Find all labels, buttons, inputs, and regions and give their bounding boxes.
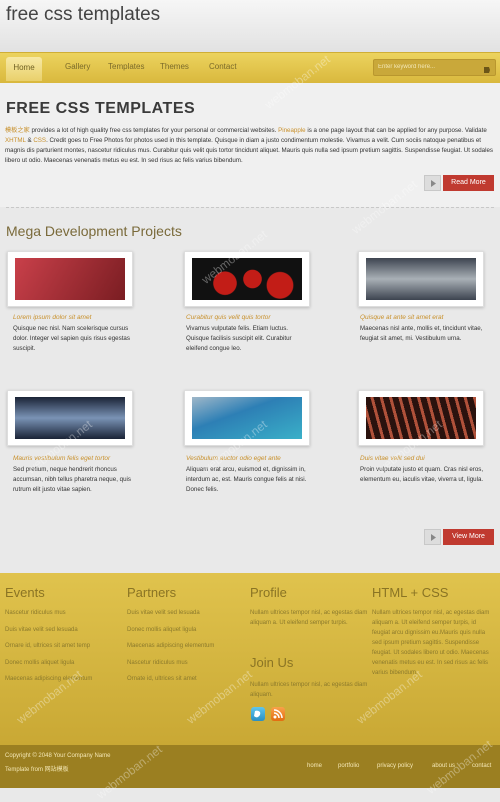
arrow-right-icon: [424, 175, 441, 191]
nav-item-templates[interactable]: Templates: [108, 62, 144, 71]
site-title[interactable]: free css templates: [6, 4, 160, 26]
bottom-link-contact[interactable]: contact: [472, 763, 491, 769]
search-box: [373, 59, 496, 76]
project-title-2[interactable]: Curabitur quis velit quis tortor: [186, 314, 271, 321]
search-input[interactable]: [378, 61, 476, 73]
hero-text: 模板之家 provides a lot of high quality free…: [5, 126, 495, 166]
partners-link-4[interactable]: Nascetur ridiculus mus: [127, 660, 188, 666]
partners-link-1[interactable]: Duis vitae velit sed lesuada: [127, 610, 200, 616]
hero-link[interactable]: 模板之家: [5, 127, 30, 134]
partners-link-2[interactable]: Donec mollis aliquet ligula: [127, 627, 196, 633]
events-title: Events: [5, 585, 45, 600]
project-thumb-5[interactable]: [184, 390, 310, 446]
project-text-2: Vivamus vulputate felis. Etiam luctus. Q…: [186, 325, 292, 352]
project-title-6[interactable]: Duis vitae velit sed dui: [360, 455, 425, 462]
project-image-6: [366, 397, 476, 439]
search-arrow-icon: [484, 67, 490, 73]
partners-link-3[interactable]: Maecenas adipiscing elementum: [127, 643, 214, 649]
hero-text-segment: . Credit goes to Free Photos for photos …: [5, 137, 494, 164]
htmlcss-text: Nullam ultrices tempor nisl, ac egestas …: [372, 610, 490, 676]
project-image-5: [192, 397, 302, 439]
project-text-3: Maecenas nisl ante, mollis et, tincidunt…: [360, 325, 483, 342]
project-thumb-4[interactable]: [7, 390, 133, 446]
project-text-4: Sed pretium, neque hendrerit rhoncus acc…: [13, 466, 131, 493]
joinus-title: Join Us: [250, 655, 294, 670]
read-more-label: Read More: [443, 175, 494, 191]
project-thumb-6[interactable]: [358, 390, 484, 446]
nav-item-gallery[interactable]: Gallery: [65, 62, 90, 71]
section-divider: [6, 207, 494, 208]
header: free css templates: [0, 0, 500, 52]
hero-title: FREE CSS TEMPLATES: [6, 100, 196, 117]
read-more-button[interactable]: Read More: [424, 175, 494, 191]
htmlcss-title: HTML + CSS: [372, 585, 449, 600]
bottom-link-privacy[interactable]: privacy policy: [377, 763, 413, 769]
bottom-link-home[interactable]: home: [307, 763, 322, 769]
project-thumb-3[interactable]: [358, 251, 484, 307]
hero-link[interactable]: Pineapple: [278, 127, 306, 134]
bottom-link-portfolio[interactable]: portfolio: [338, 763, 359, 769]
project-thumb-1[interactable]: [7, 251, 133, 307]
hero-text-segment: provides a lot of high quality free css …: [29, 127, 279, 134]
view-more-label: View More: [443, 529, 494, 545]
partners-link-5[interactable]: Ornate id, ultrices sit amet: [127, 676, 197, 682]
partners-title: Partners: [127, 585, 177, 600]
events-link-2[interactable]: Duis vitae velit sed lesuada: [5, 627, 78, 633]
project-image-4: [15, 397, 125, 439]
project-text-1: Quisque nec nisl. Nam scelerisque cursus…: [13, 325, 130, 352]
project-title-5[interactable]: Vestibulum auctor odio eget ante: [186, 455, 281, 462]
view-more-button[interactable]: View More: [424, 529, 494, 545]
hero-link[interactable]: CSS: [33, 137, 46, 144]
hero-text-segment: is a one page layout that can be applied…: [305, 127, 487, 134]
events-link-1[interactable]: Nascetur ridiculus mus: [5, 610, 66, 616]
bottom-link-about[interactable]: about us: [432, 763, 455, 769]
project-title-4[interactable]: Mauris vestibulum felis eget tortor: [13, 455, 110, 462]
profile-title: Profile: [250, 585, 287, 600]
hero-link[interactable]: XHTML: [5, 137, 26, 144]
nav-item-contact[interactable]: Contact: [209, 62, 237, 71]
template-from-text[interactable]: Template from 网站模板: [5, 764, 69, 773]
copyright-text: Copyright © 2048 Your Company Name: [5, 753, 111, 759]
projects-title: Mega Development Projects: [6, 223, 182, 239]
nav-item-themes[interactable]: Themes: [160, 62, 189, 71]
project-text-5: Aliquam erat arcu, euismod et, dignissim…: [186, 466, 307, 493]
project-thumb-2[interactable]: [184, 251, 310, 307]
search-button[interactable]: [482, 62, 492, 73]
events-link-4[interactable]: Donec mollis aliquet ligula: [5, 660, 74, 666]
project-title-3[interactable]: Quisque at ante sit amet erat: [360, 314, 443, 321]
arrow-right-icon: [424, 529, 441, 545]
nav-item-home[interactable]: Home: [6, 57, 42, 81]
project-image-3: [366, 258, 476, 300]
events-link-3[interactable]: Ornare id, ultrices sit amet temp: [5, 643, 90, 649]
events-link-5[interactable]: Maecenas adipiscing elementum: [5, 676, 92, 682]
bottom-bar: [0, 745, 500, 788]
joinus-text: Nullam ultrices tempor nisl, ac egestas …: [250, 682, 368, 698]
project-text-6: Proin vulputate justo et quam. Cras nisl…: [360, 466, 484, 483]
project-image-2: [192, 258, 302, 300]
project-image-1: [15, 258, 125, 300]
rss-icon[interactable]: [271, 707, 285, 721]
twitter-icon[interactable]: [251, 707, 265, 721]
profile-text: Nullam ultrices tempor nisl, ac egestas …: [250, 610, 368, 626]
project-title-1[interactable]: Lorem ipsum dolor sit amet: [13, 314, 91, 321]
